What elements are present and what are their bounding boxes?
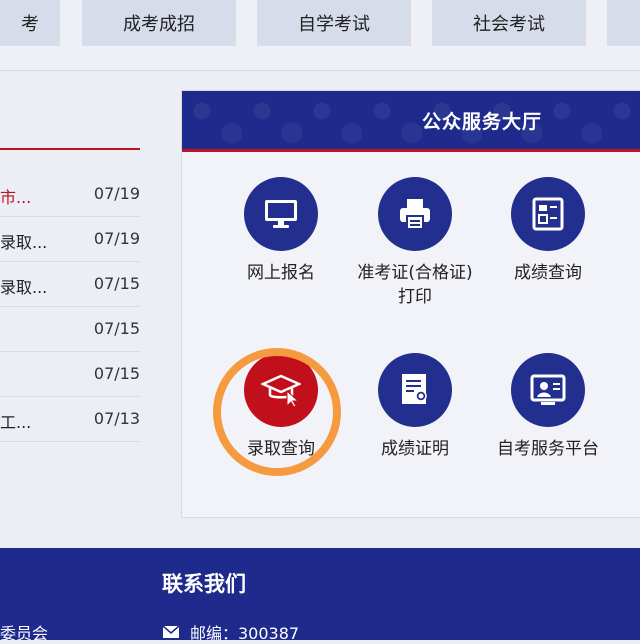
postcode-text: 邮编：300387 [190, 624, 300, 643]
nav-item-more[interactable] [607, 0, 640, 46]
nav-item-chengkao[interactable]: 成考成招 [82, 0, 236, 46]
online-registration-button[interactable]: 网上报名 [221, 177, 341, 285]
admission-ticket-print-button[interactable]: 准考证(合格证)打印 [355, 177, 475, 309]
admission-query-button[interactable]: 录取查询 [221, 353, 341, 461]
score-report-icon [511, 177, 585, 251]
service-hall-title: 公众服务大厅 [422, 111, 543, 133]
graduation-cap-cursor-icon [244, 353, 318, 427]
footer-org-name: 委员会 [0, 624, 49, 643]
news-list-divider [0, 148, 140, 150]
news-item[interactable]: 录取... 07/15 [0, 262, 140, 307]
nav-item-zixue[interactable]: 自学考试 [257, 0, 411, 46]
envelope-icon [162, 625, 180, 638]
news-item[interactable]: 07/15 [0, 352, 140, 397]
score-query-button[interactable]: 成绩查询 [488, 177, 608, 285]
contact-us-title: 联系我们 [162, 572, 246, 596]
certificate-document-icon [378, 353, 452, 427]
monitor-icon [244, 177, 318, 251]
nav-item-shehui[interactable]: 社会考试 [432, 0, 586, 46]
news-item[interactable]: 市... 07/19 [0, 172, 140, 217]
self-study-service-platform-button[interactable]: 自考服务平台 [488, 353, 608, 461]
footer-postcode: 邮编：300387 [162, 620, 299, 644]
service-hall-header: 公众服务大厅 [182, 91, 640, 152]
news-item[interactable]: 工... 07/13 [0, 397, 140, 442]
printer-icon [378, 177, 452, 251]
top-nav: 考 成考成招 自学考试 社会考试 [0, 0, 640, 71]
nav-item-gaokao[interactable]: 考 [0, 0, 60, 46]
footer: 联系我们 委员会 邮编：300387 [0, 548, 640, 643]
service-platform-icon [511, 353, 585, 427]
public-service-hall: 公众服务大厅 网上报名 准考证(合格证)打印 成绩查询 录取查询 成绩证明 自考… [181, 90, 640, 518]
news-item[interactable]: 录取... 07/19 [0, 217, 140, 262]
score-certificate-button[interactable]: 成绩证明 [355, 353, 475, 461]
news-item[interactable]: 07/15 [0, 307, 140, 352]
